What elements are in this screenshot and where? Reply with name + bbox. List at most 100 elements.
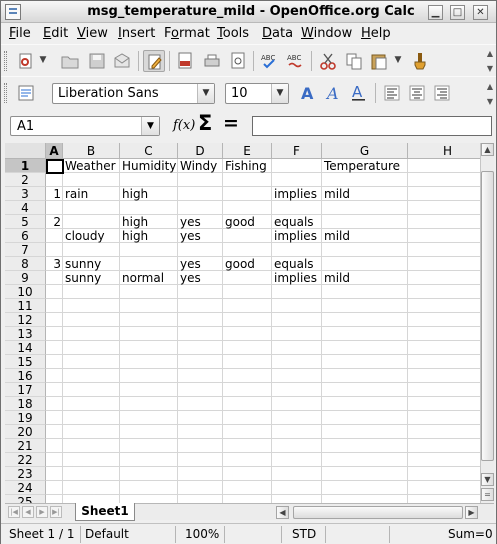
- horizontal-scrollbar[interactable]: ◀ ▶: [276, 506, 494, 519]
- open-folder-icon[interactable]: [59, 50, 81, 72]
- font-name-combo[interactable]: Liberation Sans ▼: [52, 83, 215, 104]
- sheet-tab[interactable]: Sheet1: [75, 503, 135, 521]
- row-header-24[interactable]: 24: [5, 481, 46, 495]
- row-header-3[interactable]: 3: [5, 187, 46, 201]
- scroll-down-icon[interactable]: ▼: [481, 473, 494, 486]
- row-header-22[interactable]: 22: [5, 453, 46, 467]
- cell-g3[interactable]: mild: [322, 187, 408, 201]
- sum-icon[interactable]: Σ: [198, 111, 212, 135]
- align-center-icon[interactable]: [406, 82, 428, 104]
- cell-b3[interactable]: rain: [63, 187, 120, 201]
- cell-b8[interactable]: sunny: [63, 257, 120, 271]
- menu-file[interactable]: File: [9, 26, 31, 41]
- cell-g1[interactable]: Temperature: [322, 159, 408, 173]
- save-icon[interactable]: [86, 50, 108, 72]
- paste-icon[interactable]: [368, 50, 390, 72]
- paste-dropdown-icon[interactable]: ▼: [394, 55, 402, 65]
- row-header-19[interactable]: 19: [5, 411, 46, 425]
- column-header-b[interactable]: B: [63, 143, 120, 159]
- cell-c5[interactable]: high: [120, 215, 178, 229]
- cut-icon[interactable]: [317, 50, 339, 72]
- cell-d1[interactable]: Windy: [178, 159, 223, 173]
- cell-e5[interactable]: good: [223, 215, 272, 229]
- column-header-h[interactable]: H: [408, 143, 480, 159]
- maximize-button[interactable]: □: [450, 5, 465, 20]
- row-header-23[interactable]: 23: [5, 467, 46, 481]
- cell-d6[interactable]: yes: [178, 229, 223, 243]
- cell-c6[interactable]: high: [120, 229, 178, 243]
- status-page-style[interactable]: Default: [85, 527, 129, 541]
- cell-f9[interactable]: implies: [272, 271, 322, 285]
- menu-insert[interactable]: Insert: [118, 26, 155, 41]
- column-header-f[interactable]: F: [272, 143, 322, 159]
- horizontal-scroll-thumb[interactable]: [293, 506, 463, 519]
- cell-b6[interactable]: cloudy: [63, 229, 120, 243]
- cell-g6[interactable]: mild: [322, 229, 408, 243]
- row-header-15[interactable]: 15: [5, 355, 46, 369]
- new-dropdown-icon[interactable]: ▼: [39, 55, 47, 65]
- scroll-right-icon[interactable]: ▶: [465, 506, 478, 519]
- cell-b1[interactable]: Weather: [63, 159, 120, 173]
- cell-c1[interactable]: Humidity: [120, 159, 178, 173]
- print-icon[interactable]: [201, 50, 223, 72]
- toolbar-expand-down-icon[interactable]: ▼: [487, 97, 493, 106]
- last-sheet-icon[interactable]: ▶|: [50, 506, 62, 518]
- toolbar-grip[interactable]: [4, 51, 7, 71]
- column-header-c[interactable]: C: [120, 143, 178, 159]
- toolbar-expand-up-icon[interactable]: ▲: [487, 49, 493, 58]
- function-equals-icon[interactable]: =: [223, 112, 239, 134]
- column-header-a[interactable]: A: [46, 143, 63, 159]
- format-paintbrush-icon[interactable]: [409, 50, 431, 72]
- next-sheet-icon[interactable]: ▶: [36, 506, 48, 518]
- cell-f8[interactable]: equals: [272, 257, 322, 271]
- spreadsheet-grid[interactable]: A B C D E F G H 1 2 3 4 5 6 7 8 9 10 11 12 13 14 15 16 17 18 19 20 2…: [5, 143, 480, 503]
- formula-input[interactable]: [252, 116, 492, 136]
- row-header-13[interactable]: 13: [5, 327, 46, 341]
- cell-c9[interactable]: normal: [120, 271, 178, 285]
- menu-window[interactable]: Window: [301, 26, 352, 41]
- row-header-17[interactable]: 17: [5, 383, 46, 397]
- email-document-icon[interactable]: [111, 50, 133, 72]
- menu-format[interactable]: Format: [164, 26, 210, 41]
- row-header-1[interactable]: 1: [5, 159, 46, 173]
- cell-a8[interactable]: 3: [46, 257, 63, 271]
- vertical-scroll-thumb[interactable]: [481, 171, 494, 461]
- cell-e1[interactable]: Fishing: [223, 159, 272, 173]
- cell-d9[interactable]: yes: [178, 271, 223, 285]
- cell-a3[interactable]: 1: [46, 187, 63, 201]
- toolbar-expand-down-icon[interactable]: ▼: [487, 64, 493, 73]
- cell-c3[interactable]: high: [120, 187, 178, 201]
- bold-icon[interactable]: A: [298, 82, 320, 104]
- row-header-9[interactable]: 9: [5, 271, 46, 285]
- cell-f3[interactable]: implies: [272, 187, 322, 201]
- row-header-6[interactable]: 6: [5, 229, 46, 243]
- row-header-18[interactable]: 18: [5, 397, 46, 411]
- row-header-14[interactable]: 14: [5, 341, 46, 355]
- toolbar-grip[interactable]: [4, 83, 7, 103]
- italic-icon[interactable]: A: [323, 82, 345, 104]
- chevron-down-icon[interactable]: ▼: [271, 84, 288, 103]
- row-header-21[interactable]: 21: [5, 439, 46, 453]
- menu-view[interactable]: View: [77, 26, 108, 41]
- close-button[interactable]: ✕: [473, 5, 488, 20]
- column-header-g[interactable]: G: [322, 143, 408, 159]
- cell-f5[interactable]: equals: [272, 215, 322, 229]
- first-sheet-icon[interactable]: |◀: [8, 506, 20, 518]
- row-header-10[interactable]: 10: [5, 285, 46, 299]
- underline-icon[interactable]: A: [348, 82, 370, 104]
- align-right-icon[interactable]: [431, 82, 453, 104]
- scroll-split-icon[interactable]: =: [481, 488, 494, 501]
- status-selection-mode[interactable]: STD: [292, 527, 316, 541]
- row-header-12[interactable]: 12: [5, 313, 46, 327]
- minimize-button[interactable]: ▁: [428, 5, 443, 20]
- cell-d5[interactable]: yes: [178, 215, 223, 229]
- cell-f6[interactable]: implies: [272, 229, 322, 243]
- row-header-8[interactable]: 8: [5, 257, 46, 271]
- export-pdf-icon[interactable]: [174, 50, 196, 72]
- row-header-4[interactable]: 4: [5, 201, 46, 215]
- menu-edit[interactable]: Edit: [43, 26, 68, 41]
- function-wizard-icon[interactable]: f(x): [173, 114, 195, 133]
- toolbar-expand-up-icon[interactable]: ▲: [487, 82, 493, 91]
- column-header-e[interactable]: E: [223, 143, 272, 159]
- styles-formatting-icon[interactable]: [15, 82, 37, 104]
